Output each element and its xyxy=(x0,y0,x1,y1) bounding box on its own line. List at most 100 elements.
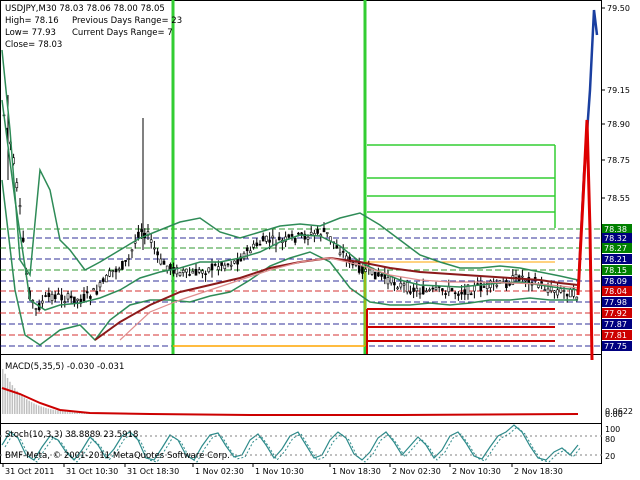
candle-body xyxy=(325,232,329,234)
candle-body xyxy=(233,260,236,264)
macd-bar xyxy=(33,403,35,414)
candle-body xyxy=(105,275,108,283)
macd-scale-bottom: 0.00 xyxy=(605,410,623,419)
candle-body xyxy=(121,260,124,270)
macd-bar xyxy=(4,373,6,414)
candle-body xyxy=(463,289,467,295)
candle-body xyxy=(556,289,559,296)
candle-body xyxy=(47,292,51,298)
candle-body xyxy=(194,268,198,276)
macd-bar xyxy=(11,385,14,414)
candle-body xyxy=(316,229,319,234)
candle-body xyxy=(57,293,60,295)
candle-body xyxy=(76,298,79,301)
candle-body xyxy=(210,263,214,271)
level-tag-label: 78.15 xyxy=(604,266,627,275)
candle-body xyxy=(178,272,182,276)
macd-bar xyxy=(59,410,62,414)
candle-body xyxy=(409,291,412,294)
chart-window[interactable]: USDJPY,M30 78.03 78.06 78.00 78.05 High=… xyxy=(0,0,640,480)
candle-body xyxy=(287,234,291,238)
candle-body xyxy=(185,268,188,273)
candle-body xyxy=(268,239,271,243)
candle-body xyxy=(53,294,57,300)
candle-body xyxy=(290,234,294,237)
macd-signal-line xyxy=(1,387,579,416)
macd-bar xyxy=(6,377,9,414)
level-tag-label: 78.21 xyxy=(604,255,627,264)
candle-body xyxy=(396,287,399,290)
indicator-panels[interactable] xyxy=(0,369,602,463)
candle-body xyxy=(434,286,438,290)
candle-body xyxy=(540,281,543,284)
candle-body xyxy=(258,243,262,246)
macd-bar xyxy=(9,381,11,414)
time-label: 2 Nov 02:30 xyxy=(392,467,441,476)
stoch-scale-80: 80 xyxy=(605,435,615,444)
level-tag-label: 78.38 xyxy=(604,225,627,234)
candle-body xyxy=(60,294,63,301)
candle-body xyxy=(341,251,345,253)
candle-body xyxy=(425,290,428,293)
candle-body xyxy=(101,278,105,282)
candle-body xyxy=(149,239,153,243)
macd-bar xyxy=(35,404,38,414)
candle-body xyxy=(18,205,22,208)
candle-body xyxy=(117,268,121,271)
candle-body xyxy=(82,293,86,302)
bollinger-upper xyxy=(1,49,579,281)
level-tag-label: 78.04 xyxy=(604,287,627,296)
level-tag-label: 77.81 xyxy=(604,331,627,340)
candle-body xyxy=(188,274,191,276)
candle-body xyxy=(271,235,275,239)
candle-body xyxy=(402,283,406,286)
candle-body xyxy=(322,227,326,233)
candle-body xyxy=(92,288,95,291)
candle-body xyxy=(207,267,211,273)
candle-body xyxy=(415,287,419,292)
macd-bar xyxy=(21,395,23,414)
candle-body xyxy=(172,267,175,274)
time-label: 31 Oct 10:30 xyxy=(66,467,118,476)
candle-body xyxy=(137,231,140,238)
macd-bar xyxy=(76,412,78,414)
candle-body xyxy=(108,270,111,277)
candle-body xyxy=(98,282,102,288)
macd-bar xyxy=(71,412,74,414)
macd-bar xyxy=(26,399,28,414)
macd-bar xyxy=(16,390,18,414)
candle-body xyxy=(44,295,47,297)
macd-bar xyxy=(47,408,50,414)
candle-body xyxy=(431,287,435,290)
candle-body xyxy=(505,280,508,289)
main-price-panel[interactable] xyxy=(0,0,602,361)
candle-body xyxy=(159,258,163,265)
candle-body xyxy=(562,290,566,292)
level-tag-label: 77.98 xyxy=(604,298,627,307)
macd-bar xyxy=(42,407,45,414)
candle-body xyxy=(482,286,486,288)
candle-body xyxy=(255,242,259,246)
price-label: 78.55 xyxy=(607,194,630,203)
stoch-label: Stoch(10,3,3) 38.8889 23.5918 xyxy=(5,430,138,440)
candle-body xyxy=(15,182,19,189)
candle-body xyxy=(386,277,390,285)
macd-bar xyxy=(64,411,66,414)
macd-bar xyxy=(62,411,64,414)
time-label: 1 Nov 02:30 xyxy=(195,467,244,476)
candle-body xyxy=(524,279,527,282)
candle-body xyxy=(21,237,25,242)
copyright-text: BMF-Meta, © 2001-2011 MetaQuotes Softwar… xyxy=(5,451,230,461)
macd-bar xyxy=(2,369,4,414)
price-label: 78.75 xyxy=(607,156,630,165)
symbol-header: USDJPY,M30 78.03 78.06 78.00 78.05 xyxy=(5,4,165,14)
candle-body xyxy=(469,293,473,296)
time-label: 2 Nov 18:30 xyxy=(514,467,563,476)
candle-body xyxy=(41,300,44,304)
candle-body xyxy=(156,251,159,256)
candle-body xyxy=(34,308,38,310)
stoch-scale-100: 100 xyxy=(605,425,620,434)
time-label: 31 Oct 18:30 xyxy=(127,467,179,476)
candle-body xyxy=(364,268,367,272)
candle-body xyxy=(399,282,403,288)
